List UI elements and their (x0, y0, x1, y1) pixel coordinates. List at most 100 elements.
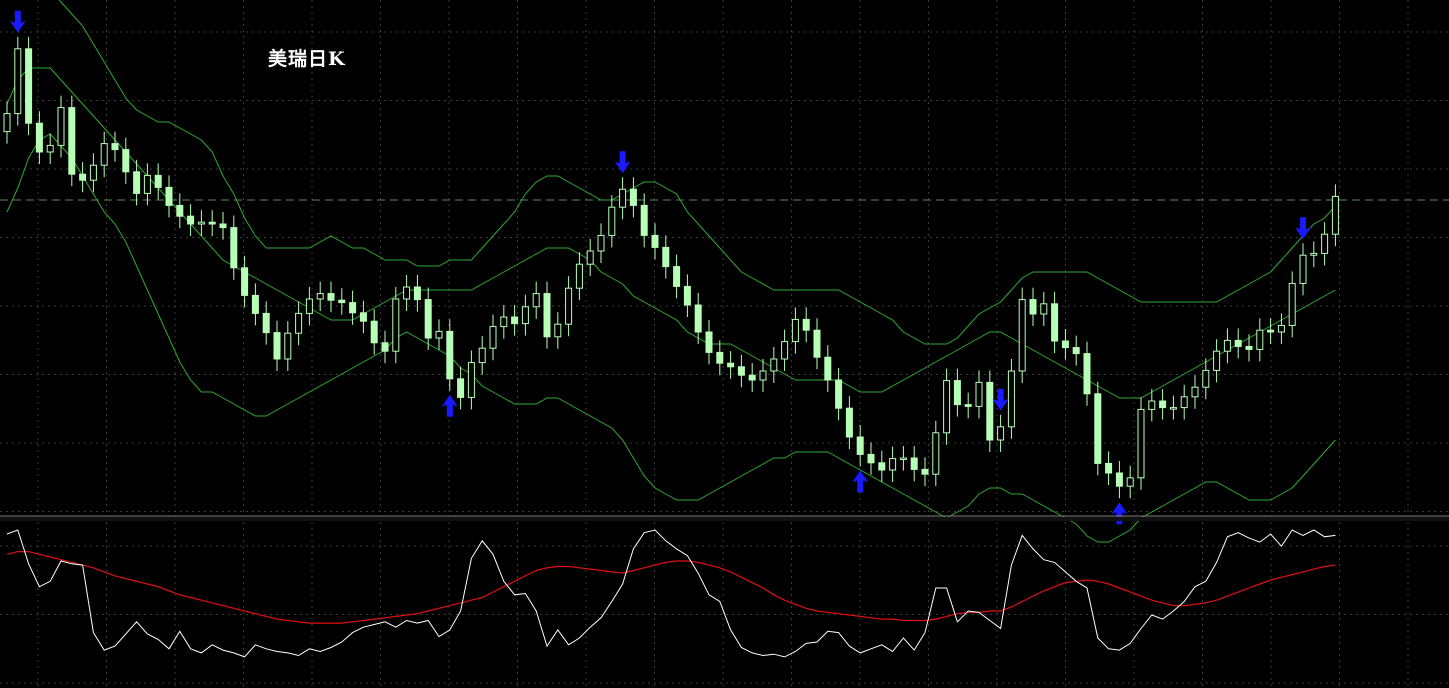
candle-body-down (359, 312, 367, 322)
candle (748, 363, 756, 392)
panel-separator-bar (0, 517, 1449, 521)
candle (997, 414, 1005, 452)
candle (187, 204, 195, 236)
candle-body-down (1094, 393, 1102, 464)
candle-body-down (543, 293, 551, 338)
candle-body-down (986, 381, 994, 441)
candle (1299, 243, 1307, 296)
candle-body-up (889, 458, 897, 471)
candle (651, 223, 659, 260)
candle (1180, 384, 1188, 420)
candle (1029, 287, 1037, 326)
arrow-down-icon (992, 388, 1009, 411)
candle (1310, 241, 1318, 268)
candle-body-down (835, 379, 843, 409)
candle-body-up (1180, 396, 1188, 409)
candle-body-down (683, 285, 691, 306)
candle (543, 281, 551, 349)
candle-body-down (79, 173, 87, 181)
candle (554, 312, 562, 349)
candle (899, 446, 907, 471)
candle-body-down (1245, 345, 1253, 350)
candle (3, 101, 11, 144)
candle (802, 307, 810, 343)
candle (565, 276, 573, 337)
candle (1331, 184, 1339, 247)
candle (89, 153, 97, 193)
candle (284, 321, 292, 371)
candle (68, 95, 76, 187)
candle (478, 336, 486, 375)
candlestick-chart (0, 0, 1449, 688)
candle (251, 283, 259, 326)
candle (457, 366, 465, 410)
candle-body-up (608, 206, 616, 236)
candle-body-down (25, 48, 33, 124)
candles (3, 36, 1339, 499)
candle (781, 329, 789, 371)
candle-body-up (619, 188, 627, 208)
candle-body-up (46, 144, 54, 153)
candle-body-up (316, 293, 324, 300)
candle (629, 177, 637, 218)
candle-body-down (154, 174, 162, 188)
candle (392, 287, 400, 364)
candle-body-up (1288, 282, 1296, 326)
candle-body-down (694, 304, 702, 333)
candle-body-up (489, 326, 497, 349)
bollinger-bands (6, 0, 1336, 543)
candle-body-up (1256, 329, 1264, 350)
candle-body-up (575, 263, 583, 289)
candle (500, 305, 508, 339)
arrow-up-icon (441, 394, 458, 417)
candle-body-up (478, 347, 486, 364)
candle-body-down (111, 143, 119, 151)
candle (338, 288, 346, 315)
candle-body-up (1007, 370, 1015, 428)
candle (1105, 451, 1113, 485)
candle-body-down (953, 380, 961, 406)
candle-body-down (964, 404, 972, 407)
candle (197, 210, 205, 236)
candle-body-up (1137, 408, 1145, 479)
candle (435, 319, 443, 350)
candle (295, 301, 303, 346)
candle (1277, 313, 1285, 344)
candle-body-down (716, 351, 724, 364)
candle-body-up (57, 107, 65, 146)
candle-body-up (1018, 299, 1026, 372)
candle (1169, 395, 1177, 420)
bollinger-middle-line (6, 67, 1336, 399)
candle-body-down (1051, 303, 1059, 342)
candle (910, 446, 918, 482)
candle (640, 193, 648, 248)
candle-body-up (467, 362, 475, 398)
candle-body-up (532, 293, 540, 308)
candle-body-up (565, 287, 573, 325)
candle-body-down (457, 378, 465, 398)
candle-body-down (413, 286, 421, 301)
candle (683, 274, 691, 317)
candle-body-up (521, 306, 529, 325)
candle (1213, 339, 1221, 383)
candle (176, 193, 184, 229)
candle-body-up (1040, 303, 1048, 315)
candle (737, 354, 745, 388)
candle (79, 162, 87, 193)
candle-body-up (770, 358, 778, 372)
candle (467, 350, 475, 410)
candle (532, 281, 540, 319)
candle (424, 287, 432, 350)
candle (1234, 328, 1242, 359)
candle-body-down (662, 246, 670, 268)
candle (921, 457, 929, 487)
candle (521, 294, 529, 336)
candle-body-down (133, 171, 141, 194)
candle-body-up (305, 298, 313, 314)
candle-body-down (262, 312, 270, 334)
candle (705, 320, 713, 365)
candle-body-down (878, 462, 886, 471)
candle-body-down (856, 436, 864, 455)
candle-body-down (446, 330, 454, 380)
candle-body-down (219, 223, 227, 229)
